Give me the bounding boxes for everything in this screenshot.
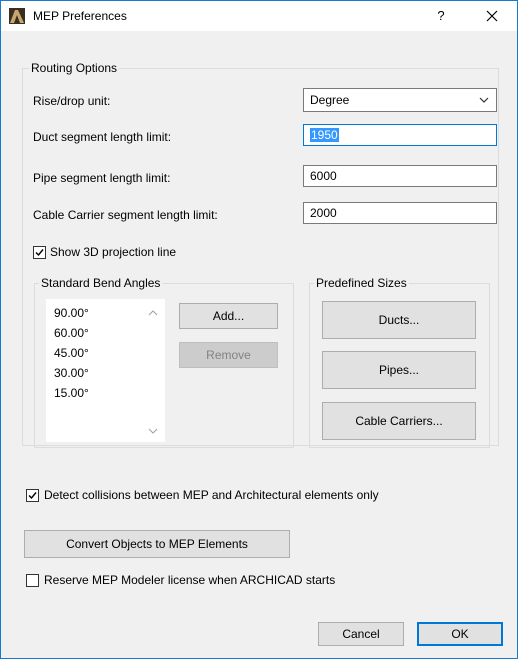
pipe-length-value: 6000 xyxy=(310,169,337,183)
bend-angles-title: Standard Bend Angles xyxy=(39,276,163,290)
cable-length-label: Cable Carrier segment length limit: xyxy=(33,208,218,222)
ok-button[interactable]: OK xyxy=(417,622,503,646)
cable-length-value: 2000 xyxy=(310,206,337,220)
window-title: MEP Preferences xyxy=(33,9,127,23)
list-item[interactable]: 45.00° xyxy=(54,346,89,360)
list-item[interactable]: 90.00° xyxy=(54,306,89,320)
scroll-up-icon[interactable] xyxy=(148,309,158,317)
help-button[interactable]: ? xyxy=(421,1,461,31)
show-3d-label: Show 3D projection line xyxy=(50,245,177,259)
ducts-button[interactable]: Ducts... xyxy=(322,301,476,339)
detect-collisions-label: Detect collisions between MEP and Archit… xyxy=(44,488,379,502)
close-icon xyxy=(486,10,498,22)
remove-angle-button[interactable]: Remove xyxy=(179,342,278,368)
pipes-button[interactable]: Pipes... xyxy=(322,351,476,389)
checkmark-icon xyxy=(28,492,37,500)
convert-objects-button[interactable]: Convert Objects to MEP Elements xyxy=(24,530,290,558)
list-item[interactable]: 60.00° xyxy=(54,326,89,340)
title-bar[interactable]: MEP Preferences ? xyxy=(1,1,517,31)
reserve-license-label: Reserve MEP Modeler license when ARCHICA… xyxy=(44,573,336,587)
chevron-down-icon xyxy=(479,97,489,103)
cable-carriers-button[interactable]: Cable Carriers... xyxy=(322,402,476,440)
add-angle-button[interactable]: Add... xyxy=(179,303,278,329)
pipe-length-input[interactable]: 6000 xyxy=(303,165,497,187)
detect-collisions-checkbox[interactable] xyxy=(26,489,39,502)
rise-drop-select[interactable]: Degree xyxy=(303,88,497,112)
rise-drop-label: Rise/drop unit: xyxy=(33,94,111,108)
reserve-license-checkbox[interactable] xyxy=(26,574,39,587)
checkmark-icon xyxy=(35,249,44,257)
rise-drop-value: Degree xyxy=(310,93,350,107)
mep-preferences-dialog: MEP Preferences ? Routing Options Rise/d… xyxy=(0,0,518,659)
list-item[interactable]: 15.00° xyxy=(54,386,89,400)
duct-length-input[interactable]: 1950 xyxy=(303,124,497,146)
close-button[interactable] xyxy=(469,1,515,31)
bend-angles-listbox[interactable]: 90.00° 60.00° 45.00° 30.00° 15.00° xyxy=(46,299,165,442)
routing-options-title: Routing Options xyxy=(29,61,120,75)
archicad-app-icon xyxy=(9,8,25,24)
list-item[interactable]: 30.00° xyxy=(54,366,89,380)
cable-length-input[interactable]: 2000 xyxy=(303,202,497,224)
predefined-sizes-title: Predefined Sizes xyxy=(314,276,409,290)
show-3d-checkbox[interactable] xyxy=(33,246,46,259)
pipe-length-label: Pipe segment length limit: xyxy=(33,171,171,185)
duct-length-label: Duct segment length limit: xyxy=(33,130,172,144)
cancel-button[interactable]: Cancel xyxy=(318,622,404,646)
scroll-down-icon[interactable] xyxy=(148,427,158,435)
duct-length-value: 1950 xyxy=(310,128,339,142)
